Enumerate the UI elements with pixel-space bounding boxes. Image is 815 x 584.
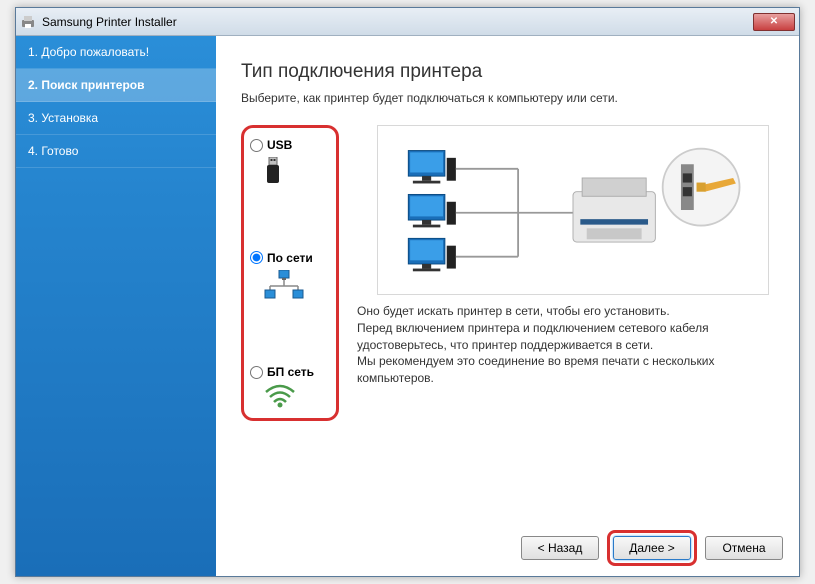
app-icon <box>20 14 36 30</box>
button-bar: < Назад Далее > Отмена <box>521 530 783 566</box>
page-subtitle: Выберите, как принтер будет подключаться… <box>241 91 769 105</box>
sidebar-step-search: 2. Поиск принтеров <box>16 69 216 102</box>
sidebar-step-install: 3. Установка <box>16 102 216 135</box>
cancel-button[interactable]: Отмена <box>705 536 783 560</box>
window-title: Samsung Printer Installer <box>42 15 753 29</box>
sidebar: 1. Добро пожаловать! 2. Поиск принтеров … <box>16 36 216 576</box>
radio-wireless[interactable] <box>250 366 263 379</box>
usb-icon <box>264 157 282 185</box>
next-button[interactable]: Далее > <box>613 536 691 560</box>
option-usb[interactable]: USB <box>250 138 330 185</box>
connection-illustration <box>377 125 769 295</box>
next-highlight: Далее > <box>607 530 697 566</box>
titlebar[interactable]: Samsung Printer Installer ✕ <box>16 8 799 36</box>
label-network: По сети <box>267 251 313 265</box>
label-usb: USB <box>267 138 292 152</box>
sidebar-step-done: 4. Готово <box>16 135 216 168</box>
description-text: Оно будет искать принтер в сети, чтобы е… <box>357 303 769 387</box>
label-wireless: БП сеть <box>267 365 314 379</box>
radio-network[interactable] <box>250 251 263 264</box>
back-button[interactable]: < Назад <box>521 536 599 560</box>
installer-window: Samsung Printer Installer ✕ 1. Добро пож… <box>15 7 800 577</box>
option-wireless[interactable]: БП сеть <box>250 365 330 408</box>
connection-options: USB По сети БП сеть <box>241 125 339 421</box>
close-button[interactable]: ✕ <box>753 13 795 31</box>
main-panel: Тип подключения принтера Выберите, как п… <box>216 36 799 576</box>
network-icon <box>264 270 304 300</box>
option-network[interactable]: По сети <box>250 251 330 300</box>
sidebar-step-welcome: 1. Добро пожаловать! <box>16 36 216 69</box>
wifi-icon <box>264 384 296 408</box>
radio-usb[interactable] <box>250 139 263 152</box>
page-title: Тип подключения принтера <box>241 61 769 83</box>
content: 1. Добро пожаловать! 2. Поиск принтеров … <box>16 36 799 576</box>
